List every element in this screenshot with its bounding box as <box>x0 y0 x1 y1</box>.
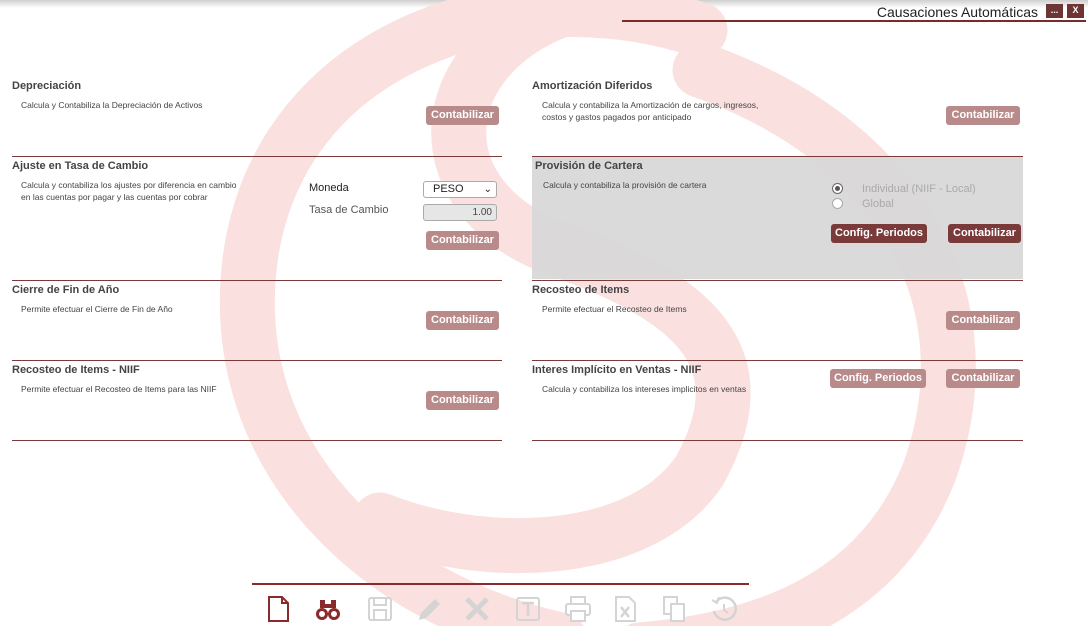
text-icon[interactable] <box>514 594 542 624</box>
recosteo-contabilizar-button[interactable]: Contabilizar <box>946 311 1020 330</box>
ajuste-description-1: Calcula y contabiliza los ajustes por di… <box>21 180 237 190</box>
divider <box>532 280 1023 281</box>
title-underline <box>622 20 1086 22</box>
cierre-description: Permite efectuar el Cierre de Fin de Año <box>21 304 173 314</box>
amortizacion-contabilizar-button[interactable]: Contabilizar <box>946 106 1020 125</box>
copy-icon[interactable] <box>660 594 688 624</box>
provision-title: Provisión de Cartera <box>535 160 643 172</box>
radio-global[interactable] <box>832 198 843 209</box>
new-document-icon[interactable] <box>265 594 293 624</box>
interes-contabilizar-button[interactable]: Contabilizar <box>946 369 1020 388</box>
radio-individual[interactable] <box>832 183 843 194</box>
divider <box>12 440 502 441</box>
cierre-title: Cierre de Fin de Año <box>12 284 120 296</box>
window-title: Causaciones Automáticas <box>876 4 1038 20</box>
interes-description: Calcula y contabiliza los intereses impl… <box>542 384 747 394</box>
interes-title: Interes Implícito en Ventas - NIIF <box>532 364 702 376</box>
ajuste-description-2: en las cuentas por pagar y las cuentas p… <box>21 192 208 202</box>
recosteo-title: Recosteo de Items <box>532 284 630 296</box>
divider <box>532 440 1023 441</box>
chevron-down-icon: ⌄ <box>483 184 492 195</box>
delete-x-icon[interactable] <box>463 594 491 624</box>
moneda-label: Moneda <box>309 182 349 194</box>
binoculars-search-icon[interactable] <box>314 594 342 624</box>
provision-description: Calcula y contabiliza la provisión de ca… <box>543 180 707 190</box>
close-button[interactable]: X <box>1067 4 1084 18</box>
divider <box>12 280 502 281</box>
edit-pencil-icon[interactable] <box>415 594 443 624</box>
recosteo-niif-title: Recosteo de Items - NIIF <box>12 364 140 376</box>
tasa-label: Tasa de Cambio <box>309 204 389 216</box>
cierre-contabilizar-button[interactable]: Contabilizar <box>426 311 499 330</box>
print-icon[interactable] <box>564 594 592 624</box>
save-icon[interactable] <box>366 594 394 624</box>
amortizacion-description-2: costos y gastos pagados por anticipado <box>542 112 692 122</box>
ajuste-title: Ajuste en Tasa de Cambio <box>12 160 149 172</box>
provision-contabilizar-button[interactable]: Contabilizar <box>948 224 1021 243</box>
ajuste-contabilizar-button[interactable]: Contabilizar <box>426 231 499 250</box>
interes-config-periodos-button[interactable]: Config. Periodos <box>830 369 926 388</box>
recosteo-niif-description: Permite efectuar el Recosteo de Items pa… <box>21 384 217 394</box>
toolbar-divider <box>252 583 749 585</box>
moneda-value: PESO <box>433 183 464 195</box>
provision-panel <box>532 157 1023 279</box>
excel-export-icon[interactable] <box>612 594 640 624</box>
history-icon[interactable] <box>710 594 738 624</box>
divider <box>532 360 1023 361</box>
depreciacion-description: Calcula y Contabiliza la Depreciación de… <box>21 100 203 110</box>
depreciacion-contabilizar-button[interactable]: Contabilizar <box>426 106 499 125</box>
radio-individual-label: Individual (NIIF - Local) <box>862 183 976 195</box>
minimize-button[interactable]: ... <box>1046 4 1063 18</box>
divider <box>12 360 502 361</box>
recosteo-description: Permite efectuar el Recosteo de Items <box>542 304 687 314</box>
amortizacion-title: Amortización Diferidos <box>532 80 653 92</box>
tasa-cambio-input[interactable]: 1.00 <box>423 204 497 221</box>
divider <box>12 156 502 157</box>
moneda-select[interactable]: PESO ⌄ <box>423 181 497 198</box>
depreciacion-title: Depreciación <box>12 80 82 92</box>
provision-config-periodos-button[interactable]: Config. Periodos <box>831 224 927 243</box>
recosteo-niif-contabilizar-button[interactable]: Contabilizar <box>426 391 499 410</box>
radio-global-label: Global <box>862 198 894 210</box>
amortizacion-description-1: Calcula y contabiliza la Amortización de… <box>542 100 759 110</box>
